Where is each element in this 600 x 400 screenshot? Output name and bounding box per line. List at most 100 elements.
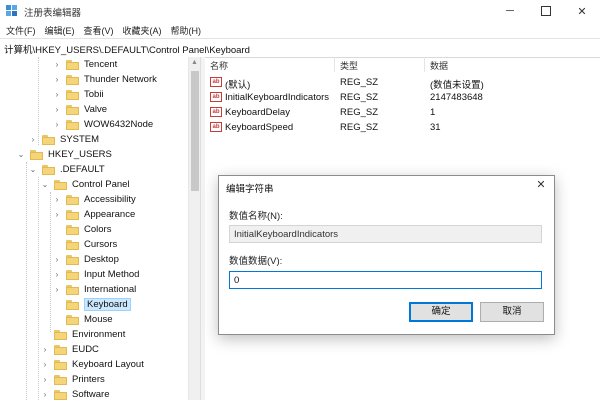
chevron-right-icon[interactable]: › — [52, 60, 62, 70]
tree-item-colors[interactable]: Colors — [52, 222, 111, 237]
value-name: KeyboardDelay — [225, 107, 290, 118]
value-type: REG_SZ — [340, 122, 379, 133]
tree-item-keyboard[interactable]: Keyboard — [52, 297, 131, 312]
tree-item-label: WOW6432Node — [84, 119, 154, 130]
menu-favorites[interactable]: 收藏夹(A) — [117, 22, 165, 38]
value-type: REG_SZ — [340, 92, 379, 103]
chevron-right-icon[interactable]: › — [52, 75, 62, 85]
folder-icon — [42, 164, 55, 175]
folder-icon — [66, 89, 79, 100]
tree-item-mouse[interactable]: Mouse — [52, 312, 113, 327]
folder-icon — [54, 359, 67, 370]
tree-item-label: EUDC — [72, 344, 99, 355]
folder-icon — [42, 134, 55, 145]
chevron-right-icon[interactable]: › — [40, 360, 50, 370]
registry-tree: › Tencent › Thunder Network › Tobii › Va… — [0, 57, 200, 400]
tree-item-software[interactable]: › Software — [40, 387, 110, 400]
chevron-right-icon[interactable]: › — [40, 345, 50, 355]
edit-string-dialog: 编辑字符串 ✕ 数值名称(N): InitialKeyboardIndicato… — [218, 175, 555, 335]
string-value-icon: ab — [210, 122, 222, 132]
value-row[interactable]: ab (默认) REG_SZ (数值未设置) — [204, 75, 600, 91]
tree-item-label: Printers — [72, 374, 105, 385]
chevron-right-icon[interactable]: › — [40, 390, 50, 400]
folder-icon — [54, 344, 67, 355]
folder-icon — [54, 389, 67, 400]
folder-icon — [66, 254, 79, 265]
tree-item-environment[interactable]: Environment — [40, 327, 125, 342]
chevron-right-icon[interactable]: › — [52, 120, 62, 130]
chevron-right-icon[interactable]: › — [52, 255, 62, 265]
close-window-button[interactable]: ✕ — [564, 0, 600, 22]
column-header-data[interactable]: 数据 — [430, 57, 448, 74]
folder-icon — [66, 209, 79, 220]
chevron-down-icon[interactable]: ⌄ — [28, 165, 38, 175]
tree-item-appearance[interactable]: › Appearance — [52, 207, 136, 222]
close-icon: ✕ — [536, 179, 546, 191]
tree-item-valve[interactable]: › Valve — [52, 102, 107, 117]
value-data-input[interactable] — [229, 271, 542, 289]
dialog-close-button[interactable]: ✕ — [534, 178, 548, 192]
folder-icon — [66, 284, 79, 295]
chevron-right-icon[interactable]: › — [52, 90, 62, 100]
tree-item-system[interactable]: › SYSTEM — [28, 132, 99, 147]
value-name-label: 数值名称(N): — [229, 211, 283, 222]
minimize-button[interactable]: ─ — [492, 0, 528, 22]
column-divider[interactable] — [424, 57, 425, 72]
chevron-down-icon[interactable]: ⌄ — [40, 180, 50, 190]
menu-help[interactable]: 帮助(H) — [165, 22, 205, 38]
column-divider[interactable] — [334, 57, 335, 72]
value-name: KeyboardSpeed — [225, 122, 294, 133]
column-header-name[interactable]: 名称 — [210, 57, 228, 74]
value-row[interactable]: ab InitialKeyboardIndicators REG_SZ 2147… — [204, 90, 600, 105]
tree-item-control-panel[interactable]: ⌄ Control Panel — [40, 177, 130, 192]
column-header-type[interactable]: 类型 — [340, 57, 358, 74]
tree-item-international[interactable]: › International — [52, 282, 137, 297]
title-bar[interactable]: 注册表编辑器 ─ ✕ — [0, 0, 600, 22]
chevron-right-icon[interactable]: › — [40, 375, 50, 385]
folder-icon — [54, 374, 67, 385]
tree-item-label: Appearance — [84, 209, 136, 220]
tree-item-tobii[interactable]: › Tobii — [52, 87, 104, 102]
ok-button[interactable]: 确定 — [409, 302, 473, 322]
chevron-right-icon[interactable]: › — [52, 105, 62, 115]
menu-file[interactable]: 文件(F) — [0, 22, 39, 38]
tree-item-hkey-users[interactable]: ⌄ HKEY_USERS — [16, 147, 112, 162]
tree-item-cursors[interactable]: Cursors — [52, 237, 117, 252]
address-bar[interactable]: 计算机\HKEY_USERS\.DEFAULT\Control Panel\Ke… — [0, 38, 600, 58]
chevron-right-icon[interactable]: › — [52, 270, 62, 280]
tree-item-keyboard-layout[interactable]: › Keyboard Layout — [40, 357, 144, 372]
tree-item-wow6432node[interactable]: › WOW6432Node — [52, 117, 154, 132]
tree-item-label: HKEY_USERS — [48, 149, 112, 160]
tree-item-input-method[interactable]: › Input Method — [52, 267, 140, 282]
folder-icon — [66, 119, 79, 130]
chevron-down-icon[interactable]: ⌄ — [16, 150, 26, 160]
menu-view[interactable]: 查看(V) — [78, 22, 117, 38]
tree-item-printers[interactable]: › Printers — [40, 372, 105, 387]
scroll-thumb[interactable] — [191, 71, 199, 191]
menu-edit[interactable]: 编辑(E) — [39, 22, 78, 38]
tree-item-desktop[interactable]: › Desktop — [52, 252, 119, 267]
chevron-right-icon[interactable]: › — [52, 210, 62, 220]
folder-icon — [66, 74, 79, 85]
folder-icon — [66, 104, 79, 115]
value-row[interactable]: ab KeyboardDelay REG_SZ 1 — [204, 105, 600, 120]
chevron-right-icon[interactable]: › — [52, 195, 62, 205]
value-type: REG_SZ — [340, 77, 379, 88]
tree-item-label: Accessibility — [84, 194, 136, 205]
scroll-up-arrow-icon[interactable]: ▲ — [191, 59, 198, 66]
tree-item-tencent[interactable]: › Tencent — [52, 57, 118, 72]
value-data: 31 — [430, 122, 441, 133]
tree-item-default[interactable]: ⌄ .DEFAULT — [28, 162, 105, 177]
maximize-button[interactable] — [528, 0, 564, 22]
dialog-title: 编辑字符串 — [226, 184, 274, 195]
tree-item-eudc[interactable]: › EUDC — [40, 342, 99, 357]
address-path[interactable]: 计算机\HKEY_USERS\.DEFAULT\Control Panel\Ke… — [4, 42, 250, 56]
value-row[interactable]: ab KeyboardSpeed REG_SZ 31 — [204, 120, 600, 135]
tree-item-accessibility[interactable]: › Accessibility — [52, 192, 136, 207]
tree-item-label: SYSTEM — [60, 134, 100, 145]
tree-item-thunder-network[interactable]: › Thunder Network — [52, 72, 157, 87]
cancel-button[interactable]: 取消 — [480, 302, 544, 322]
chevron-right-icon[interactable]: › — [52, 285, 62, 295]
chevron-right-icon[interactable]: › — [28, 135, 38, 145]
